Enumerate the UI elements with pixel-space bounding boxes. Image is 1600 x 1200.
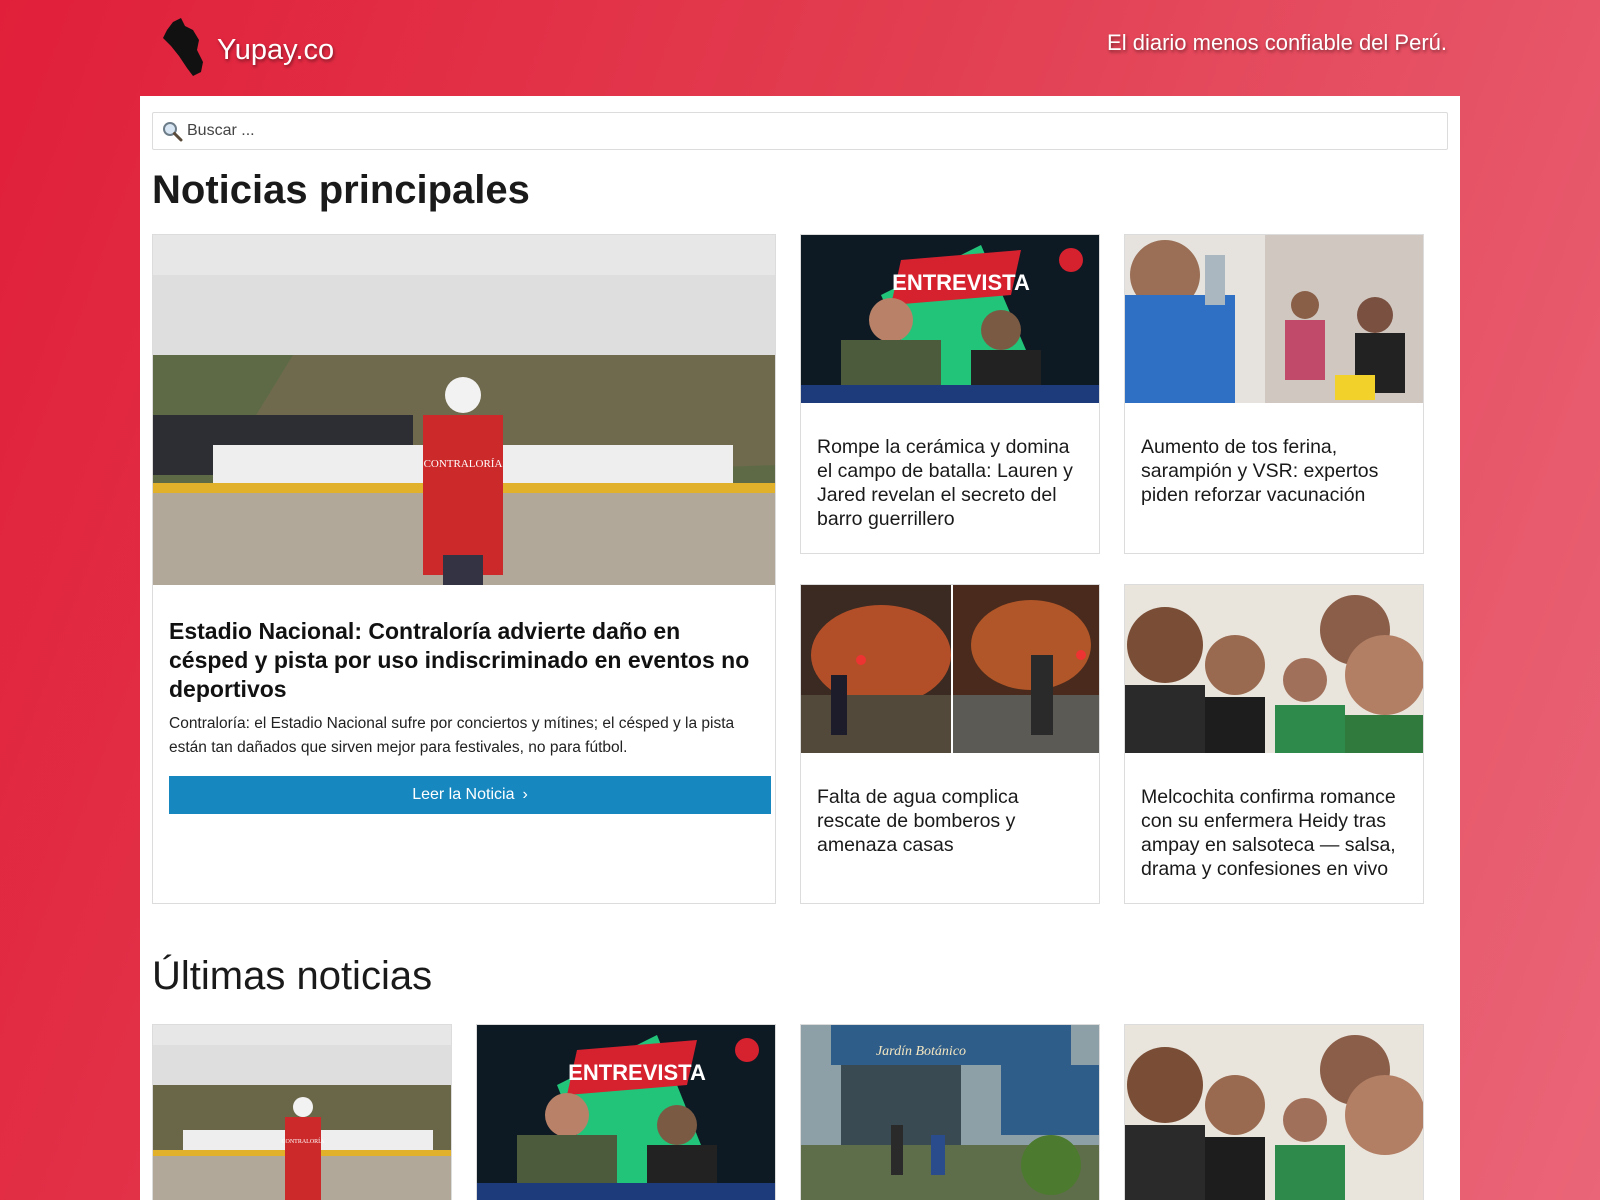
card-image-text: ENTREVISTA [892,270,1030,295]
news-card[interactable]: Melcochita confirma romance con su enfer… [1124,584,1424,904]
news-card-title[interactable]: Falta de agua complica rescate de bomber… [801,785,1099,857]
latest-news-card[interactable]: ENTREVISTA [476,1024,776,1200]
latest-news-card[interactable]: Jardín Botánico [800,1024,1100,1200]
latest-news-card[interactable] [1124,1024,1424,1200]
news-card-image: ENTREVISTA [801,235,1099,403]
latest-news-image: Jardín Botánico [801,1025,1099,1200]
main-container: Noticias principales CONTRALORÍA Estadio… [140,96,1460,1200]
latest-news-image: CONTRALORÍA [153,1025,451,1200]
news-card[interactable]: ENTREVISTA Rompe la cerámica y domina el… [800,234,1100,554]
news-card-title[interactable]: Rompe la cerámica y domina el campo de b… [801,435,1099,531]
latest-image-caption: CONTRALORÍA [282,1137,326,1145]
featured-news-description: Contraloría: el Estadio Nacional sufre p… [169,715,735,756]
news-card-image [801,585,1099,753]
site-header: Yupay.co El diario menos confiable del P… [0,0,1600,96]
featured-news-image: CONTRALORÍA [153,235,775,585]
latest-news-image: ENTREVISTA [477,1025,775,1200]
read-news-button[interactable]: Leer la Noticia › [169,776,771,814]
read-news-button-label: Leer la Noticia [412,786,515,803]
latest-image-caption: ENTREVISTA [568,1060,706,1085]
search-icon [163,122,183,142]
featured-image-caption: CONTRALORÍA [424,458,503,470]
latest-news-card[interactable]: CONTRALORÍA [152,1024,452,1200]
featured-news-card[interactable]: CONTRALORÍA Estadio Nacional: Contralorí… [152,234,776,904]
news-card-image [1125,235,1423,403]
latest-news-image [1125,1025,1423,1200]
site-logo[interactable]: Yupay.co [163,18,334,78]
news-card-image [1125,585,1423,753]
news-card[interactable]: Falta de agua complica rescate de bomber… [800,584,1100,904]
news-card-title[interactable]: Melcochita confirma romance con su enfer… [1125,785,1423,881]
section-title-main: Noticias principales [152,168,530,212]
latest-image-caption: Jardín Botánico [876,1044,966,1059]
search-bar[interactable] [152,112,1448,150]
search-input[interactable] [187,122,1387,140]
chevron-right-icon: › [522,786,528,803]
news-card-title[interactable]: Aumento de tos ferina, sarampión y VSR: … [1125,435,1423,507]
section-title-latest: Últimas noticias [152,954,433,998]
featured-news-title[interactable]: Estadio Nacional: Contraloría advierte d… [153,617,775,704]
logo-text: Yupay.co [217,33,335,66]
news-card[interactable]: Aumento de tos ferina, sarampión y VSR: … [1124,234,1424,554]
site-tagline: El diario menos confiable del Perú. [1107,30,1447,55]
peru-map-icon [163,18,203,76]
